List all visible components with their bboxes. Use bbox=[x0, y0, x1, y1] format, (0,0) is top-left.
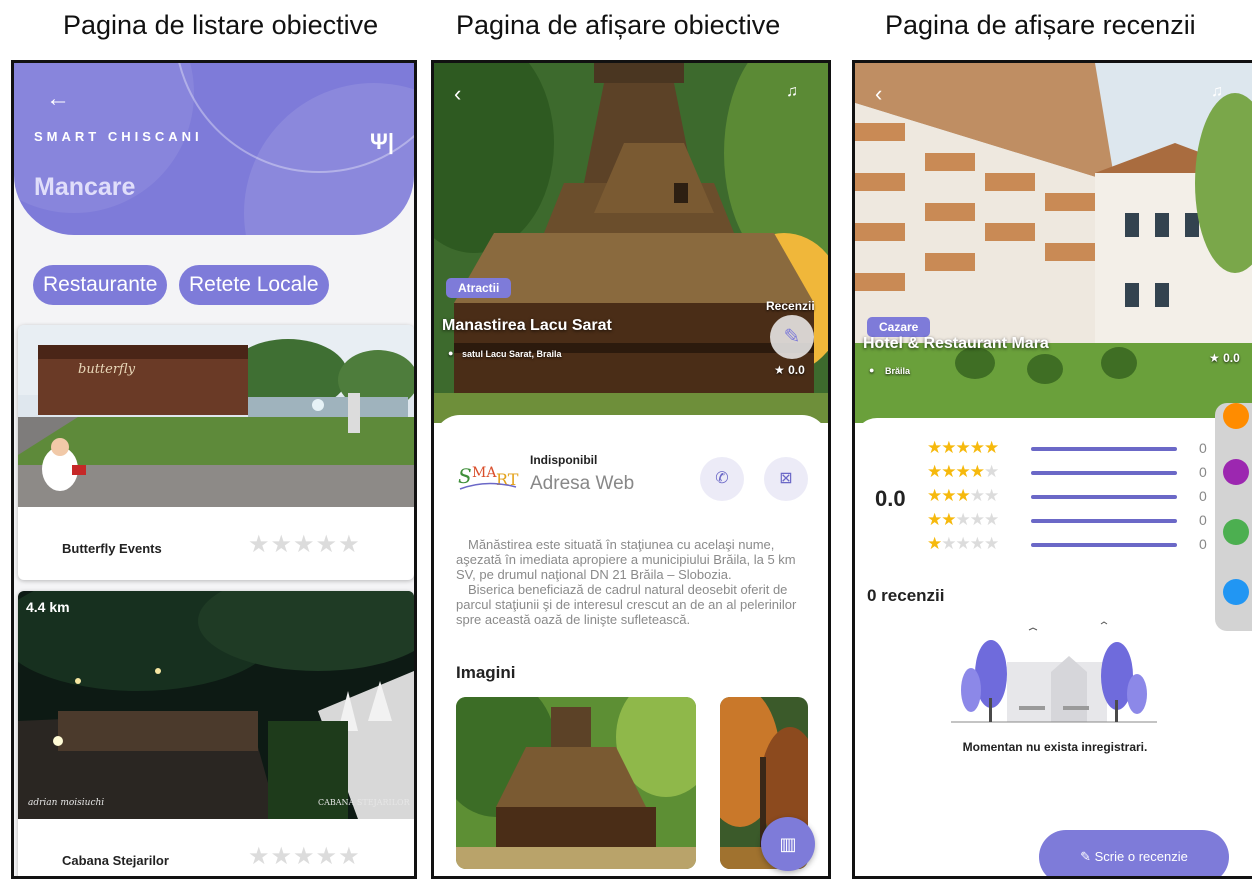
rating-count: 0 bbox=[1199, 536, 1207, 552]
rating-badge: ★ 0.0 bbox=[774, 363, 805, 377]
fork-knife-icon: Ψ| bbox=[370, 129, 394, 154]
chip-restaurante[interactable]: Restaurante bbox=[33, 265, 168, 305]
reviews-sheet: 0.0 ★★★★★ 0 ★★★★★ 0 ★★★★★ 0 ★★★★★ 0 ★★★★… bbox=[855, 418, 1252, 876]
place-description: Mănăstirea este situată în staţiunea cu … bbox=[456, 537, 812, 627]
star-row-1: ★★★★★ bbox=[927, 534, 999, 553]
rating-badge: ★ 0.0 bbox=[1209, 351, 1240, 365]
back-chevron-icon[interactable]: ‹ bbox=[454, 81, 461, 107]
rating-count: 0 bbox=[1199, 440, 1207, 456]
caption-listing: Pagina de listare obiective bbox=[63, 10, 379, 40]
color-dot-orange[interactable] bbox=[1223, 403, 1249, 429]
hero-image bbox=[434, 63, 828, 423]
smart-logo: S MA RT bbox=[456, 455, 522, 495]
rating-count: 0 bbox=[1199, 512, 1207, 528]
app-name: SMART CHISCANI bbox=[34, 129, 203, 144]
back-chevron-icon[interactable]: ‹ bbox=[875, 81, 882, 107]
map-button[interactable]: ▥ bbox=[761, 817, 815, 871]
write-review-label: Scrie o recenzie bbox=[1094, 849, 1188, 864]
color-dot-green[interactable] bbox=[1223, 519, 1249, 545]
phone-off-icon[interactable]: ✆ bbox=[700, 457, 744, 501]
rating-count: 0 bbox=[1199, 464, 1207, 480]
card-name: Butterfly Events bbox=[62, 541, 162, 556]
caption-reviews: Pagina de afișare recenzii bbox=[885, 10, 1196, 40]
star-row-2: ★★★★★ bbox=[927, 510, 999, 529]
availability-status: Indisponibil bbox=[530, 453, 598, 467]
rating-count: 0 bbox=[1199, 488, 1207, 504]
card-name: Cabana Stejarilor bbox=[62, 853, 169, 868]
review-count: 0 recenzii bbox=[867, 586, 945, 605]
star-row-3: ★★★★★ bbox=[927, 486, 999, 505]
rating-bar bbox=[1031, 519, 1177, 523]
average-rating: 0.0 bbox=[875, 486, 906, 511]
location-pin-icon: ● bbox=[869, 365, 875, 375]
place-title: Manastirea Lacu Sarat bbox=[442, 317, 612, 334]
category-tag: Cazare bbox=[867, 317, 931, 337]
star-row-5: ★★★★★ bbox=[927, 438, 999, 457]
listing-screen: ← SMART CHISCANI Mancare Ψ| Restaurante … bbox=[11, 60, 417, 879]
web-address-link[interactable]: Adresa Web bbox=[530, 473, 634, 495]
svg-text:CABANA STEJARILOR: CABANA STEJARILOR bbox=[318, 798, 411, 807]
bell-icon[interactable]: ♫ bbox=[1211, 83, 1223, 101]
place-title: Hotel & Restaurant Mara bbox=[863, 335, 1049, 352]
empty-state-illustration bbox=[951, 618, 1157, 734]
star-row-4: ★★★★★ bbox=[927, 462, 999, 481]
reviews-label: Recenzii bbox=[766, 299, 815, 313]
description-paragraph: Biserica beneficiază de cadrul natural d… bbox=[456, 582, 797, 627]
rating-stars: ★★★★★ bbox=[248, 531, 361, 558]
list-item[interactable]: adrian moisiuchi CABANA STEJARILOR 4.4 k… bbox=[18, 591, 414, 876]
reviews-screen: ‹ ♫ Cazare Hotel & Restaurant Mara ★ 0.0… bbox=[852, 60, 1252, 879]
place-location: satul Lacu Sarat, Braila bbox=[462, 349, 562, 359]
rating-stars: ★★★★★ bbox=[248, 843, 361, 870]
detail-screen: ‹ ♫ Atractii Recenzii Manastirea Lacu Sa… bbox=[431, 60, 831, 879]
card-image: butterfly bbox=[18, 325, 414, 507]
pencil-icon: ✎ bbox=[1080, 849, 1095, 864]
rating-bar bbox=[1031, 471, 1177, 475]
color-dot-blue[interactable] bbox=[1223, 579, 1249, 605]
bell-icon[interactable]: ♫ bbox=[786, 83, 798, 101]
location-pin-icon: ● bbox=[448, 348, 454, 358]
place-location: Brăila bbox=[885, 366, 911, 376]
pencil-icon: ✎ bbox=[783, 326, 801, 348]
gallery-image[interactable] bbox=[456, 697, 696, 869]
web-off-icon[interactable]: ⊠ bbox=[764, 457, 808, 501]
color-dot-purple[interactable] bbox=[1223, 459, 1249, 485]
svg-text:adrian moisiuchi: adrian moisiuchi bbox=[28, 798, 104, 808]
images-title: Imagini bbox=[456, 663, 516, 682]
svg-text:MA: MA bbox=[472, 465, 497, 481]
category-tag: Atractii bbox=[446, 278, 512, 298]
detail-sheet: S MA RT Indisponibil Adresa Web ✆ ⊠ Mănă… bbox=[434, 415, 828, 876]
back-arrow-icon[interactable]: ← bbox=[46, 85, 70, 113]
empty-message: Momentan nu exista inregistrari. bbox=[962, 740, 1148, 754]
caption-detail: Pagina de afișare obiective bbox=[456, 10, 781, 40]
write-review-button[interactable]: ✎ Scrie o recenzie bbox=[1039, 830, 1229, 876]
rating-bar bbox=[1031, 543, 1177, 547]
color-picker-strip bbox=[1215, 403, 1252, 631]
list-item[interactable]: butterfly Butterfly Events ★★★★★ bbox=[18, 325, 414, 580]
hero-image bbox=[855, 63, 1252, 423]
card-image: adrian moisiuchi CABANA STEJARILOR bbox=[18, 591, 414, 819]
rating-bar bbox=[1031, 447, 1177, 451]
listing-header: ← SMART CHISCANI Mancare Ψ| bbox=[14, 63, 414, 235]
edit-review-button[interactable]: ✎ bbox=[770, 315, 814, 359]
svg-text:butterfly: butterfly bbox=[78, 362, 136, 377]
rating-bar bbox=[1031, 495, 1177, 499]
distance-badge: 4.4 km bbox=[26, 599, 70, 615]
description-paragraph: Mănăstirea este situată în staţiunea cu … bbox=[456, 537, 796, 582]
svg-text:S: S bbox=[458, 464, 472, 488]
map-icon: ▥ bbox=[779, 834, 797, 854]
category-title: Mancare bbox=[34, 173, 136, 201]
chip-retete-locale[interactable]: Retete Locale bbox=[179, 265, 329, 305]
